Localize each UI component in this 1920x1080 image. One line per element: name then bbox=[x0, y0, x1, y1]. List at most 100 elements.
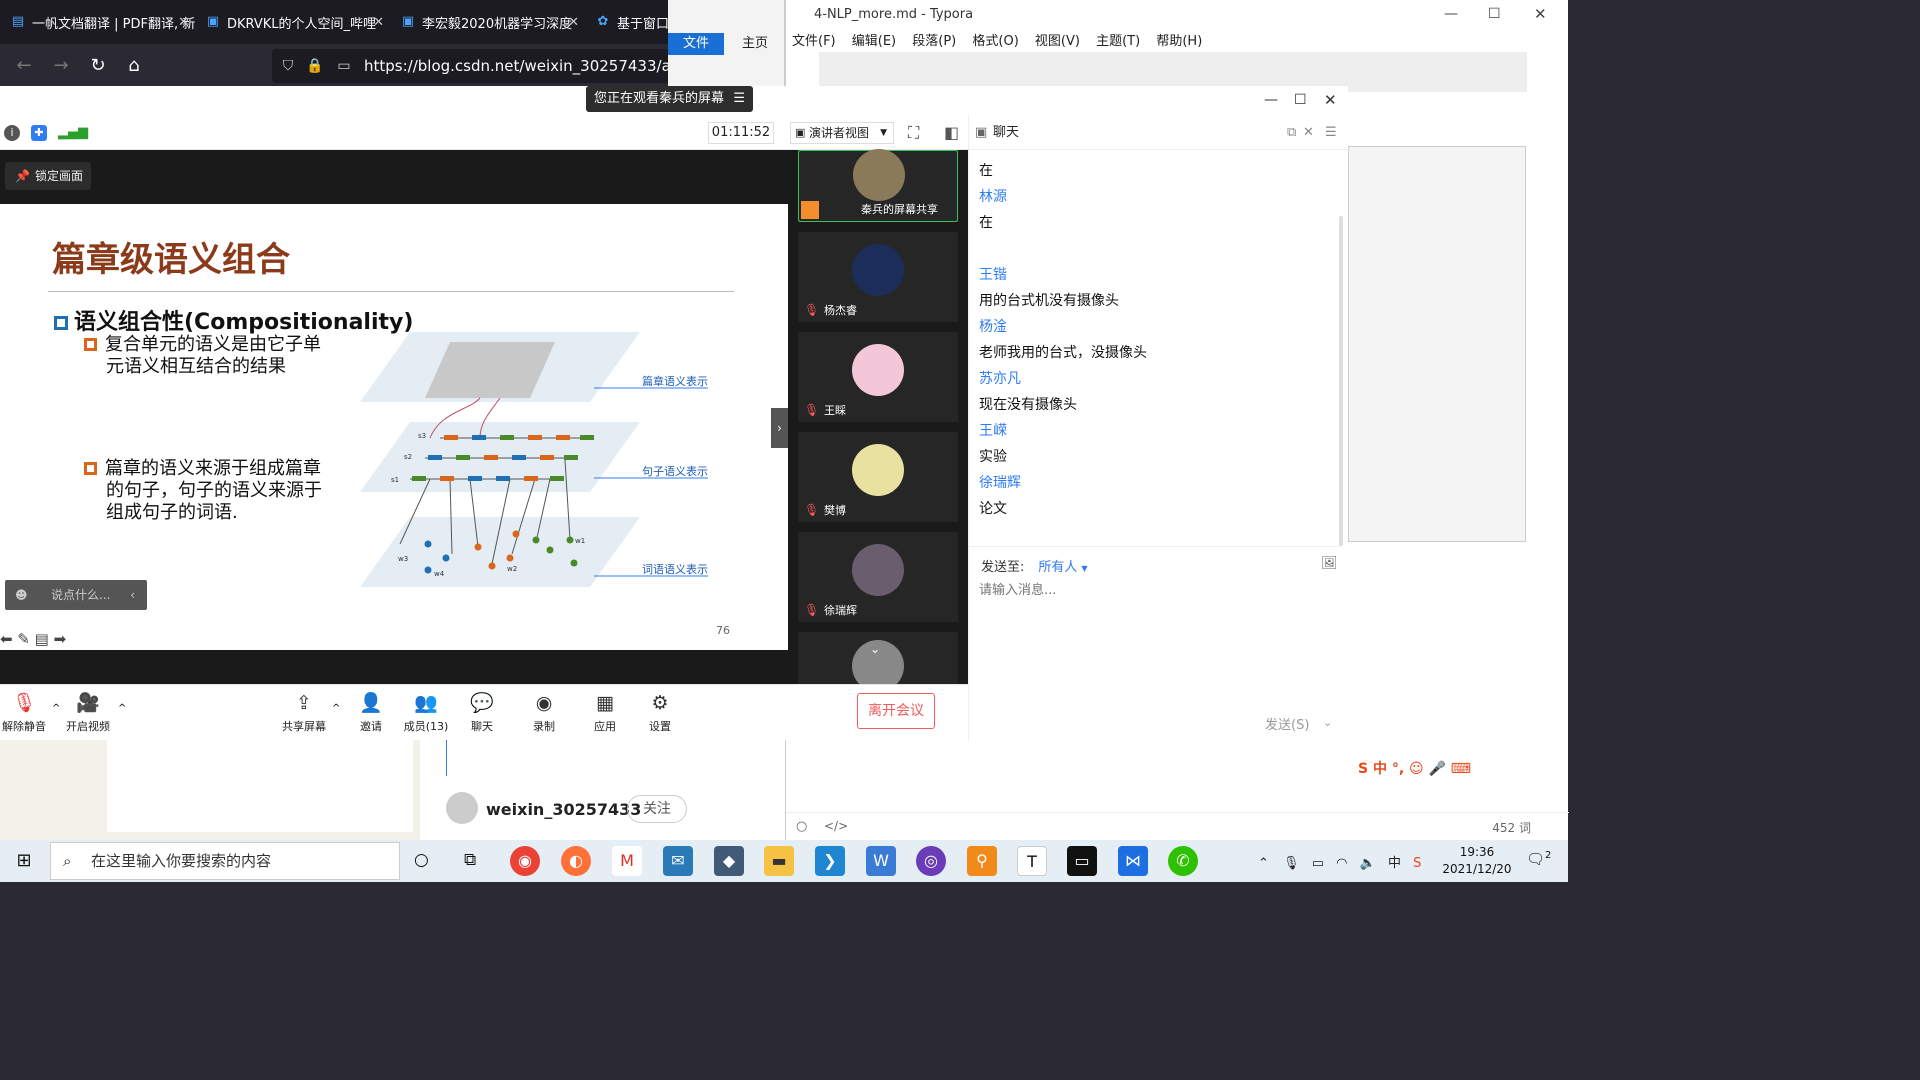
lock-screen-button[interactable]: 📌 锁定画面 bbox=[5, 162, 91, 190]
close-icon[interactable]: ✕ bbox=[1303, 116, 1314, 150]
ime-indicator[interactable]: 中 bbox=[1388, 856, 1401, 871]
chevron-left-icon[interactable]: ‹ bbox=[130, 580, 135, 610]
reader-icon[interactable]: ▭ bbox=[336, 58, 352, 74]
settings-button[interactable]: ⚙ 设置 bbox=[632, 691, 688, 734]
invite-button[interactable]: 👤 邀请 bbox=[343, 691, 399, 734]
chat-input[interactable] bbox=[979, 578, 1319, 602]
chat-button[interactable]: 💬 聊天 bbox=[454, 691, 510, 734]
chevron-up-icon[interactable]: ⌃ bbox=[1258, 856, 1269, 871]
chevron-up-icon[interactable]: ^ bbox=[332, 703, 340, 714]
reload-icon[interactable]: ↻ bbox=[86, 54, 110, 78]
participant-tile[interactable]: ⌄ bbox=[798, 632, 958, 692]
emoji-icon[interactable]: ☻ bbox=[15, 580, 28, 610]
menu-format[interactable]: 格式(O) bbox=[972, 34, 1018, 49]
close-icon[interactable]: ✕ bbox=[568, 15, 579, 30]
close-icon[interactable]: ✕ bbox=[373, 15, 384, 30]
volume-icon[interactable]: 🔈 bbox=[1360, 856, 1376, 871]
gmail-icon[interactable]: M bbox=[612, 846, 642, 876]
maximize-icon[interactable]: ☐ bbox=[1488, 6, 1501, 22]
virtualbox-icon[interactable]: ◆ bbox=[714, 846, 744, 876]
terminal-icon[interactable]: ▭ bbox=[1067, 846, 1097, 876]
chevron-up-icon[interactable]: ^ bbox=[118, 703, 126, 714]
share-screen-button[interactable]: ⇪ 共享屏幕 bbox=[276, 691, 332, 734]
outline-toggle-icon[interactable]: ○ bbox=[796, 819, 807, 834]
record-button[interactable]: ◉ 录制 bbox=[516, 691, 572, 734]
participant-tile[interactable]: 🎙 樊博 bbox=[798, 432, 958, 522]
scroll-down-icon[interactable]: ⌄ bbox=[870, 642, 880, 656]
collapse-panel-button[interactable]: › bbox=[771, 408, 788, 448]
minimize-icon[interactable]: — bbox=[1264, 92, 1278, 108]
chevron-down-icon[interactable]: ⌄ bbox=[1323, 716, 1332, 729]
chat-sender[interactable]: 林源 bbox=[979, 186, 1007, 206]
taskbar-search[interactable]: ⌕ 在这里输入你要搜索的内容 bbox=[50, 842, 400, 880]
menu-theme[interactable]: 主题(T) bbox=[1096, 34, 1140, 49]
forward-icon[interactable]: → bbox=[49, 54, 73, 78]
sogou-icon[interactable]: S bbox=[1413, 856, 1421, 871]
url-bar[interactable]: ⛉ 🔒 ▭ https://blog.csdn.net/weixin_30257… bbox=[272, 49, 672, 83]
chrome-icon[interactable]: ◉ bbox=[510, 846, 540, 876]
folder-icon[interactable]: ▬ bbox=[764, 846, 794, 876]
signal-icon[interactable]: ▂▄▆ bbox=[58, 125, 88, 140]
info-icon[interactable]: i bbox=[4, 125, 20, 141]
chat-sender[interactable]: 王锴 bbox=[979, 264, 1007, 284]
sidebar-toggle-icon[interactable]: ◧ bbox=[944, 123, 959, 142]
lock-icon[interactable]: 🔒 bbox=[306, 58, 323, 74]
shield-icon[interactable]: ⛉ bbox=[280, 58, 296, 74]
start-video-button[interactable]: 🎥 开启视频 bbox=[60, 691, 116, 734]
notification-icon[interactable]: 🗨2 bbox=[1526, 850, 1551, 868]
ime-toolbar[interactable]: S 中 °, ☺ 🎤 ⌨ bbox=[1358, 758, 1471, 778]
menu-view[interactable]: 视图(V) bbox=[1035, 34, 1080, 49]
menu-icon[interactable]: ☰ bbox=[733, 86, 745, 112]
github-icon[interactable]: ◎ bbox=[916, 846, 946, 876]
clock[interactable]: 19:36 2021/12/20 bbox=[1432, 844, 1522, 878]
vscode-icon[interactable]: ❯ bbox=[815, 846, 845, 876]
menu-file[interactable]: 文件(F) bbox=[792, 34, 836, 49]
maximize-icon[interactable]: ☐ bbox=[1294, 92, 1307, 108]
home-icon[interactable]: ⌂ bbox=[122, 54, 146, 78]
view-mode-button[interactable]: ▣ 演讲者视图 ▼ bbox=[790, 122, 894, 144]
word-count[interactable]: 452 词 bbox=[1492, 819, 1531, 836]
menu-edit[interactable]: 编辑(E) bbox=[852, 34, 896, 49]
chat-sender[interactable]: 杨淦 bbox=[979, 316, 1007, 336]
minimize-icon[interactable]: — bbox=[1444, 6, 1458, 22]
menu-paragraph[interactable]: 段落(P) bbox=[912, 34, 956, 49]
task-view-icon[interactable]: ⧉ bbox=[464, 850, 476, 870]
battery-icon[interactable]: ▭ bbox=[1312, 856, 1324, 871]
send-button[interactable]: 发送(S) bbox=[1265, 714, 1309, 733]
browser-tab-4[interactable]: ✿ 基于窗口的 bbox=[585, 0, 668, 44]
close-icon[interactable]: ✕ bbox=[178, 15, 189, 30]
apps-button[interactable]: ▦ 应用 bbox=[577, 691, 633, 734]
close-icon[interactable]: ✕ bbox=[1324, 91, 1337, 109]
wechat-icon[interactable]: ✆ bbox=[1168, 846, 1198, 876]
avatar[interactable] bbox=[446, 792, 478, 824]
browser-tab-3[interactable]: ▣ 李宏毅2020机器学习深度 ✕ bbox=[390, 0, 585, 44]
browser-tab-1[interactable]: ▤ 一帆文档翻译 | PDF翻译, 新 ✕ bbox=[0, 0, 195, 44]
leave-meeting-button[interactable]: 离开会议 bbox=[857, 693, 935, 729]
back-icon[interactable]: ← bbox=[12, 54, 36, 78]
image-icon[interactable]: 🖼 bbox=[1321, 556, 1338, 571]
search-app-icon[interactable]: ⚲ bbox=[967, 846, 997, 876]
typora-icon[interactable]: T bbox=[1017, 846, 1047, 876]
fullscreen-icon[interactable]: ⛶ bbox=[908, 123, 919, 143]
browser-tab-2[interactable]: ▣ DKRVKL的个人空间_哔哩 ✕ bbox=[195, 0, 390, 44]
send-to-select[interactable]: 所有人 bbox=[1038, 560, 1077, 575]
tencent-meeting-icon[interactable]: ⋈ bbox=[1118, 846, 1148, 876]
participant-tile[interactable]: 秦兵的屏幕共享 bbox=[798, 149, 958, 222]
chevron-down-icon[interactable]: ▼ bbox=[1081, 564, 1087, 573]
cortana-icon[interactable]: ○ bbox=[414, 850, 429, 870]
author-name[interactable]: weixin_30257433 bbox=[486, 800, 641, 819]
chat-sender[interactable]: 徐瑞辉 bbox=[979, 472, 1021, 492]
say-something-input[interactable]: ☻ 说点什么... ‹ bbox=[5, 580, 147, 610]
popout-icon[interactable]: ⧉ bbox=[1287, 116, 1296, 150]
close-icon[interactable]: ✕ bbox=[1534, 5, 1547, 23]
windows-start-icon[interactable]: ⊞ bbox=[0, 840, 48, 882]
slide-nav-icons[interactable]: ⬅ ✎ ▤ ➡ bbox=[0, 630, 66, 648]
participant-tile[interactable]: 🎙 徐瑞辉 bbox=[798, 532, 958, 622]
members-button[interactable]: 👥 成员(13) bbox=[398, 691, 454, 734]
menu-icon[interactable]: ☰ bbox=[1325, 116, 1337, 150]
firefox-icon[interactable]: ◐ bbox=[561, 846, 591, 876]
ribbon-file-tab[interactable]: 文件 bbox=[668, 33, 724, 55]
security-icon[interactable]: ✚ bbox=[31, 125, 47, 141]
unmute-button[interactable]: 🎙 解除静音 bbox=[0, 691, 52, 734]
wifi-icon[interactable]: ◠ bbox=[1336, 856, 1347, 871]
